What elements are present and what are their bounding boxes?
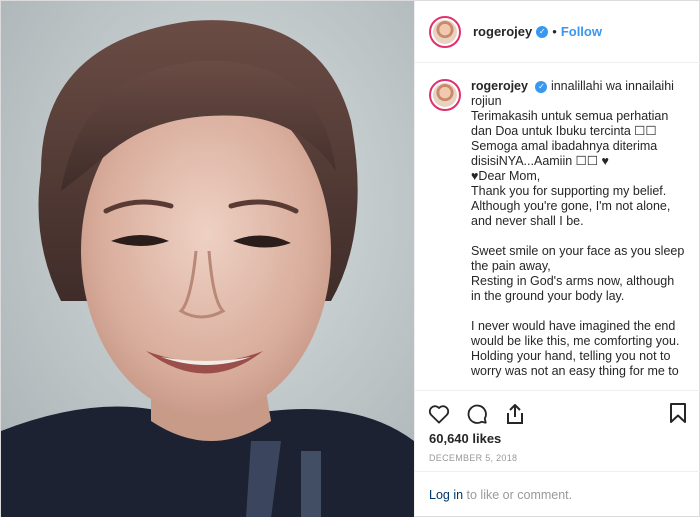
share-icon[interactable] bbox=[503, 402, 527, 426]
verified-badge-icon: ✓ bbox=[536, 25, 549, 38]
caption-gap bbox=[471, 229, 688, 244]
post-actions: 60,640 likes DECEMBER 5, 2018 Log in to … bbox=[415, 390, 700, 517]
header-username[interactable]: rogerojey bbox=[473, 24, 532, 39]
caption-line: innalillahi wa innailaihi bbox=[550, 79, 674, 93]
caption-line: disisiNYA...Aamiin ☐☐ ♥ bbox=[471, 154, 609, 168]
caption-line: Resting in God's arms now, although bbox=[471, 274, 675, 288]
caption-line: dan Doa untuk Ibuku tercinta ☐☐ bbox=[471, 124, 657, 138]
instagram-post: rogerojey ✓ • Follow rogerojey ✓ innalil… bbox=[0, 0, 700, 517]
likes-count[interactable]: 60,640 likes bbox=[429, 431, 501, 446]
caption-line: would be like this, me comforting you. bbox=[471, 334, 680, 348]
caption-username[interactable]: rogerojey bbox=[471, 79, 528, 93]
portrait-image bbox=[1, 1, 414, 517]
caption-line: worry was not an easy thing for me to bbox=[471, 364, 679, 378]
action-icons bbox=[427, 401, 527, 427]
caption-line: Terimakasih untuk semua perhatian bbox=[471, 109, 669, 123]
caption-line: in the ground your body lay. bbox=[471, 289, 625, 303]
caption-line: Semoga amal ibadahnya diterima bbox=[471, 139, 658, 153]
caption-line: and never shall I be. bbox=[471, 214, 584, 228]
verified-badge-icon: ✓ bbox=[535, 80, 548, 93]
post-header: rogerojey ✓ • Follow bbox=[415, 1, 700, 63]
caption-line: ♥Dear Mom, bbox=[471, 169, 541, 183]
login-prompt-text: to like or comment. bbox=[463, 488, 573, 502]
bookmark-icon[interactable] bbox=[666, 401, 690, 425]
post-photo[interactable] bbox=[1, 1, 414, 517]
caption-avatar[interactable] bbox=[429, 79, 461, 111]
follow-button[interactable]: Follow bbox=[561, 24, 602, 39]
caption-line: Thank you for supporting my belief. bbox=[471, 184, 667, 198]
separator-dot: • bbox=[552, 24, 557, 39]
heart-icon[interactable] bbox=[427, 402, 451, 426]
caption-first-line: rogerojey ✓ innalillahi wa innailaihi bbox=[471, 79, 688, 94]
comment-icon[interactable] bbox=[465, 402, 489, 426]
caption-area[interactable]: rogerojey ✓ innalillahi wa innailaihi ro… bbox=[415, 63, 700, 390]
post-side-panel: rogerojey ✓ • Follow rogerojey ✓ innalil… bbox=[414, 1, 700, 517]
login-link[interactable]: Log in bbox=[429, 488, 463, 502]
caption-line: Holding your hand, telling you not to bbox=[471, 349, 671, 363]
caption-line: the pain away, bbox=[471, 259, 551, 273]
caption-line: I never would have imagined the end bbox=[471, 319, 676, 333]
caption-text: rogerojey ✓ innalillahi wa innailaihi ro… bbox=[471, 79, 688, 390]
caption-line: Sweet smile on your face as you sleep bbox=[471, 244, 685, 258]
login-prompt: Log in to like or comment. bbox=[415, 471, 700, 517]
caption-gap bbox=[471, 304, 688, 319]
profile-avatar[interactable] bbox=[429, 15, 461, 48]
post-date: DECEMBER 5, 2018 bbox=[429, 453, 518, 463]
caption-line: Although you're gone, I'm not alone, bbox=[471, 199, 671, 213]
caption-line: rojiun bbox=[471, 94, 502, 108]
